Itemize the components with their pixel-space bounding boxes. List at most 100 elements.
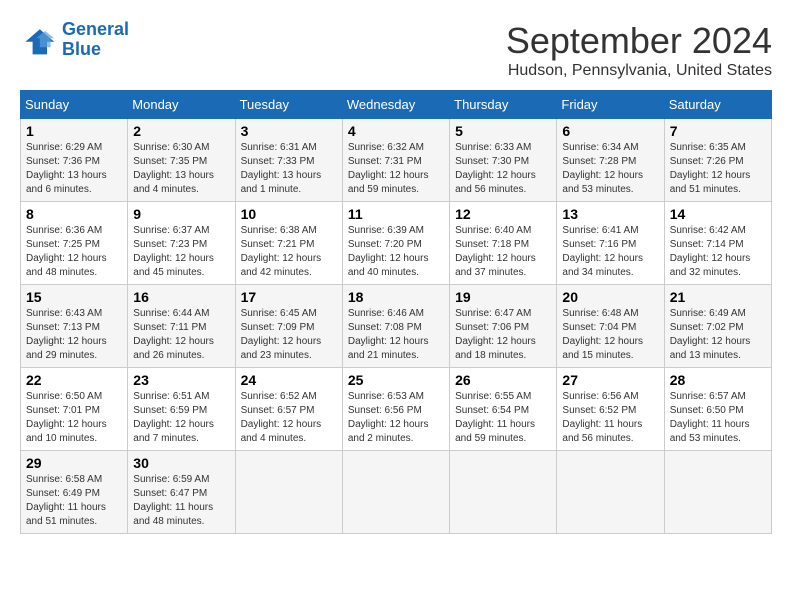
page-header: General Blue September 2024 Hudson, Penn… bbox=[20, 20, 772, 80]
day-info: Sunrise: 6:55 AM Sunset: 6:54 PM Dayligh… bbox=[455, 390, 551, 446]
day-info: Sunrise: 6:52 AM Sunset: 6:57 PM Dayligh… bbox=[241, 390, 337, 446]
day-number: 21 bbox=[670, 289, 766, 305]
header-sunday: Sunday bbox=[21, 91, 128, 119]
day-number: 23 bbox=[133, 372, 229, 388]
day-cell: 1 Sunrise: 6:29 AM Sunset: 7:36 PM Daylig… bbox=[21, 119, 128, 202]
day-info: Sunrise: 6:43 AM Sunset: 7:13 PM Dayligh… bbox=[26, 307, 122, 363]
day-cell: 13Sunrise: 6:41 AM Sunset: 7:16 PM Dayli… bbox=[557, 202, 664, 285]
day-cell: 10 Sunrise: 6:38 AM Sunset: 7:21 PM Dayli… bbox=[235, 202, 342, 285]
day-cell: 21 Sunrise: 6:49 AM Sunset: 7:02 PM Dayli… bbox=[664, 285, 771, 368]
day-cell: 26Sunrise: 6:55 AM Sunset: 6:54 PM Dayli… bbox=[450, 368, 557, 451]
day-number: 30 bbox=[133, 455, 229, 471]
day-info: Sunrise: 6:45 AM Sunset: 7:09 PM Dayligh… bbox=[241, 307, 337, 363]
day-info: Sunrise: 6:30 AM Sunset: 7:35 PM Dayligh… bbox=[133, 141, 229, 197]
day-info: Sunrise: 6:38 AM Sunset: 7:21 PM Dayligh… bbox=[241, 224, 337, 280]
day-info: Sunrise: 6:50 AM Sunset: 7:01 PM Dayligh… bbox=[26, 390, 122, 446]
calendar-table: SundayMondayTuesdayWednesdayThursdayFrid… bbox=[20, 90, 772, 534]
day-cell: 18 Sunrise: 6:46 AM Sunset: 7:08 PM Dayli… bbox=[342, 285, 449, 368]
day-cell: 5 Sunrise: 6:33 AM Sunset: 7:30 PM Daylig… bbox=[450, 119, 557, 202]
day-number: 6 bbox=[562, 123, 658, 139]
day-number: 19 bbox=[455, 289, 551, 305]
day-info: Sunrise: 6:49 AM Sunset: 7:02 PM Dayligh… bbox=[670, 307, 766, 363]
day-number: 1 bbox=[26, 123, 122, 139]
day-number: 11 bbox=[348, 206, 444, 222]
day-number: 28 bbox=[670, 372, 766, 388]
day-cell: 3 Sunrise: 6:31 AM Sunset: 7:33 PM Daylig… bbox=[235, 119, 342, 202]
day-cell: 2 Sunrise: 6:30 AM Sunset: 7:35 PM Daylig… bbox=[128, 119, 235, 202]
day-info: Sunrise: 6:46 AM Sunset: 7:08 PM Dayligh… bbox=[348, 307, 444, 363]
header-monday: Monday bbox=[128, 91, 235, 119]
day-cell bbox=[664, 451, 771, 534]
day-info: Sunrise: 6:40 AM Sunset: 7:18 PM Dayligh… bbox=[455, 224, 551, 280]
day-cell: 27Sunrise: 6:56 AM Sunset: 6:52 PM Dayli… bbox=[557, 368, 664, 451]
title-area: September 2024 Hudson, Pennsylvania, Uni… bbox=[506, 20, 772, 80]
day-cell: 9 Sunrise: 6:37 AM Sunset: 7:23 PM Daylig… bbox=[128, 202, 235, 285]
day-cell: 7 Sunrise: 6:35 AM Sunset: 7:26 PM Daylig… bbox=[664, 119, 771, 202]
day-number: 5 bbox=[455, 123, 551, 139]
day-info: Sunrise: 6:41 AM Sunset: 7:16 PM Dayligh… bbox=[562, 224, 658, 280]
day-info: Sunrise: 6:42 AM Sunset: 7:14 PM Dayligh… bbox=[670, 224, 766, 280]
day-number: 22 bbox=[26, 372, 122, 388]
day-info: Sunrise: 6:39 AM Sunset: 7:20 PM Dayligh… bbox=[348, 224, 444, 280]
day-cell: 4Sunrise: 6:32 AM Sunset: 7:31 PM Daylig… bbox=[342, 119, 449, 202]
week-row-3: 15 Sunrise: 6:43 AM Sunset: 7:13 PM Dayli… bbox=[21, 285, 772, 368]
day-cell: 8 Sunrise: 6:36 AM Sunset: 7:25 PM Daylig… bbox=[21, 202, 128, 285]
day-info: Sunrise: 6:44 AM Sunset: 7:11 PM Dayligh… bbox=[133, 307, 229, 363]
day-cell: 23 Sunrise: 6:51 AM Sunset: 6:59 PM Dayli… bbox=[128, 368, 235, 451]
day-number: 12 bbox=[455, 206, 551, 222]
day-cell: 20 Sunrise: 6:48 AM Sunset: 7:04 PM Dayli… bbox=[557, 285, 664, 368]
logo: General Blue bbox=[20, 20, 129, 60]
calendar-subtitle: Hudson, Pennsylvania, United States bbox=[506, 62, 772, 80]
day-cell: 24 Sunrise: 6:52 AM Sunset: 6:57 PM Dayli… bbox=[235, 368, 342, 451]
week-row-5: 29Sunrise: 6:58 AM Sunset: 6:49 PM Dayli… bbox=[21, 451, 772, 534]
day-info: Sunrise: 6:48 AM Sunset: 7:04 PM Dayligh… bbox=[562, 307, 658, 363]
day-info: Sunrise: 6:37 AM Sunset: 7:23 PM Dayligh… bbox=[133, 224, 229, 280]
day-number: 20 bbox=[562, 289, 658, 305]
day-info: Sunrise: 6:35 AM Sunset: 7:26 PM Dayligh… bbox=[670, 141, 766, 197]
day-cell: 6Sunrise: 6:34 AM Sunset: 7:28 PM Daylig… bbox=[557, 119, 664, 202]
day-cell bbox=[450, 451, 557, 534]
day-cell: 22 Sunrise: 6:50 AM Sunset: 7:01 PM Dayli… bbox=[21, 368, 128, 451]
day-info: Sunrise: 6:32 AM Sunset: 7:31 PM Dayligh… bbox=[348, 141, 444, 197]
day-number: 9 bbox=[133, 206, 229, 222]
day-cell bbox=[342, 451, 449, 534]
week-row-4: 22 Sunrise: 6:50 AM Sunset: 7:01 PM Dayli… bbox=[21, 368, 772, 451]
header-friday: Friday bbox=[557, 91, 664, 119]
day-number: 15 bbox=[26, 289, 122, 305]
day-number: 3 bbox=[241, 123, 337, 139]
day-cell: 17 Sunrise: 6:45 AM Sunset: 7:09 PM Dayli… bbox=[235, 285, 342, 368]
header-row: SundayMondayTuesdayWednesdayThursdayFrid… bbox=[21, 91, 772, 119]
week-row-2: 8 Sunrise: 6:36 AM Sunset: 7:25 PM Daylig… bbox=[21, 202, 772, 285]
day-cell bbox=[235, 451, 342, 534]
day-cell: 16Sunrise: 6:44 AM Sunset: 7:11 PM Dayli… bbox=[128, 285, 235, 368]
day-cell bbox=[557, 451, 664, 534]
day-info: Sunrise: 6:29 AM Sunset: 7:36 PM Dayligh… bbox=[26, 141, 122, 197]
day-number: 14 bbox=[670, 206, 766, 222]
week-row-1: 1 Sunrise: 6:29 AM Sunset: 7:36 PM Daylig… bbox=[21, 119, 772, 202]
day-number: 18 bbox=[348, 289, 444, 305]
header-thursday: Thursday bbox=[450, 91, 557, 119]
day-cell: 28Sunrise: 6:57 AM Sunset: 6:50 PM Dayli… bbox=[664, 368, 771, 451]
day-number: 17 bbox=[241, 289, 337, 305]
day-cell: 12 Sunrise: 6:40 AM Sunset: 7:18 PM Dayli… bbox=[450, 202, 557, 285]
day-cell: 11 Sunrise: 6:39 AM Sunset: 7:20 PM Dayli… bbox=[342, 202, 449, 285]
day-info: Sunrise: 6:36 AM Sunset: 7:25 PM Dayligh… bbox=[26, 224, 122, 280]
day-info: Sunrise: 6:47 AM Sunset: 7:06 PM Dayligh… bbox=[455, 307, 551, 363]
logo-text: General Blue bbox=[62, 20, 129, 60]
header-wednesday: Wednesday bbox=[342, 91, 449, 119]
day-number: 8 bbox=[26, 206, 122, 222]
day-number: 24 bbox=[241, 372, 337, 388]
day-number: 10 bbox=[241, 206, 337, 222]
day-number: 7 bbox=[670, 123, 766, 139]
day-cell: 30 Sunrise: 6:59 AM Sunset: 6:47 PM Dayli… bbox=[128, 451, 235, 534]
day-info: Sunrise: 6:33 AM Sunset: 7:30 PM Dayligh… bbox=[455, 141, 551, 197]
day-cell: 15 Sunrise: 6:43 AM Sunset: 7:13 PM Dayli… bbox=[21, 285, 128, 368]
day-info: Sunrise: 6:31 AM Sunset: 7:33 PM Dayligh… bbox=[241, 141, 337, 197]
day-cell: 29Sunrise: 6:58 AM Sunset: 6:49 PM Dayli… bbox=[21, 451, 128, 534]
header-saturday: Saturday bbox=[664, 91, 771, 119]
day-cell: 14 Sunrise: 6:42 AM Sunset: 7:14 PM Dayli… bbox=[664, 202, 771, 285]
day-number: 27 bbox=[562, 372, 658, 388]
day-number: 2 bbox=[133, 123, 229, 139]
day-info: Sunrise: 6:59 AM Sunset: 6:47 PM Dayligh… bbox=[133, 473, 229, 529]
day-info: Sunrise: 6:51 AM Sunset: 6:59 PM Dayligh… bbox=[133, 390, 229, 446]
